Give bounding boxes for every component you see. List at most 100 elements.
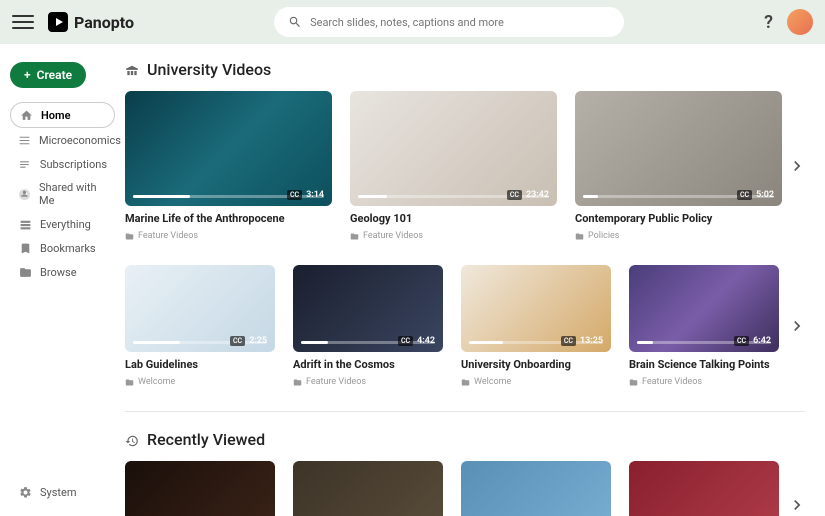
- sidebar-item-system[interactable]: System: [10, 480, 85, 504]
- folder-icon: [575, 232, 584, 241]
- sidebar-item-bookmarks[interactable]: Bookmarks: [10, 236, 115, 260]
- cc-badge: CC: [398, 336, 413, 346]
- carousel-next-button[interactable]: [783, 152, 811, 180]
- video-meta: Feature Videos: [629, 377, 779, 387]
- video-card[interactable]: CC5:02Contemporary Public PolicyPolicies: [575, 91, 782, 241]
- carousel-next-button[interactable]: [783, 491, 811, 516]
- video-card[interactable]: CC6:42 Brain Science Talking Points Featur…: [629, 265, 779, 387]
- video-meta: Feature Videos: [350, 231, 557, 241]
- section-university-header: University Videos: [125, 60, 805, 79]
- cc-badge: CC: [734, 336, 749, 346]
- video-title: Marine Life of the Anthropocene: [125, 212, 332, 225]
- search-box[interactable]: [274, 7, 624, 37]
- duration-badge: CC3:14: [287, 190, 324, 200]
- menu-toggle[interactable]: [12, 11, 34, 33]
- carousel-next-button[interactable]: [783, 312, 811, 340]
- cc-badge: CC: [230, 336, 245, 346]
- video-title: Geology 101: [350, 212, 557, 225]
- video-card[interactable]: [293, 461, 443, 516]
- duration-badge: CC13:25: [561, 336, 603, 346]
- nav-icon: [18, 217, 32, 231]
- sidebar-item-browse[interactable]: Browse: [10, 260, 115, 284]
- search-icon: [288, 15, 302, 29]
- section-title: Recently Viewed: [147, 430, 265, 449]
- sidebar: + Create Home Microeconomics Subscriptions…: [0, 44, 125, 516]
- help-button[interactable]: ?: [764, 12, 773, 33]
- video-thumbnail[interactable]: CC6:42: [629, 265, 779, 352]
- brand-logo[interactable]: Panopto: [48, 12, 134, 32]
- folder-icon: [350, 232, 359, 241]
- nav-label: Bookmarks: [40, 242, 96, 255]
- duration-badge: CC5:02: [737, 190, 774, 200]
- nav-icon: [18, 187, 31, 201]
- cc-badge: CC: [561, 336, 576, 346]
- sidebar-item-microeconomics[interactable]: Microeconomics: [10, 128, 115, 152]
- video-card[interactable]: CC3:14 Marine Life of the Anthropocene Fea…: [125, 91, 332, 241]
- video-title: Lab Guidelines: [125, 358, 275, 371]
- video-title: Brain Science Talking Points: [629, 358, 779, 371]
- user-avatar[interactable]: [787, 9, 813, 35]
- nav-label: Subscriptions: [40, 158, 107, 171]
- video-thumbnail[interactable]: CC23:42: [350, 91, 557, 206]
- nav-label: Browse: [40, 266, 77, 279]
- video-meta: Feature Videos: [293, 377, 443, 387]
- create-button[interactable]: + Create: [10, 62, 86, 88]
- plus-icon: +: [24, 68, 31, 82]
- video-thumbnail[interactable]: CC5:02: [575, 91, 782, 206]
- video-thumbnail[interactable]: [125, 461, 275, 516]
- sidebar-item-shared-with-me[interactable]: Shared with Me: [10, 176, 115, 212]
- duration-badge: CC6:42: [734, 336, 771, 346]
- video-thumbnail[interactable]: [293, 461, 443, 516]
- folder-icon: [125, 378, 134, 387]
- cc-badge: CC: [507, 190, 522, 200]
- nav-label: Home: [41, 109, 71, 122]
- sidebar-item-home[interactable]: Home: [10, 102, 115, 128]
- duration-badge: CC4:42: [398, 336, 435, 346]
- divider: [125, 411, 805, 412]
- gear-icon: [18, 485, 32, 499]
- video-meta: Welcome: [461, 377, 611, 387]
- video-thumbnail[interactable]: CC3:14: [125, 91, 332, 206]
- folder-icon: [629, 378, 638, 387]
- video-card[interactable]: [125, 461, 275, 516]
- section-recent-header: Recently Viewed: [125, 430, 805, 449]
- video-card[interactable]: CC13:25 University Onboarding Welcome: [461, 265, 611, 387]
- video-thumbnail[interactable]: [629, 461, 779, 516]
- sidebar-item-subscriptions[interactable]: Subscriptions: [10, 152, 115, 176]
- video-card[interactable]: CC4:42 Adrift in the Cosmos Feature Videos: [293, 265, 443, 387]
- nav-icon: [19, 108, 33, 122]
- section-title: University Videos: [147, 60, 271, 79]
- video-thumbnail[interactable]: [461, 461, 611, 516]
- duration-badge: CC23:42: [507, 190, 549, 200]
- cc-badge: CC: [287, 190, 302, 200]
- sidebar-item-everything[interactable]: Everything: [10, 212, 115, 236]
- video-meta: Policies: [575, 231, 782, 241]
- search-input[interactable]: [310, 16, 610, 29]
- video-meta: Feature Videos: [125, 231, 332, 241]
- play-logo-icon: [48, 12, 68, 32]
- nav-icon: [18, 157, 32, 171]
- video-title: University Onboarding: [461, 358, 611, 371]
- video-card[interactable]: CC23:42 Geology 101 Feature Videos: [350, 91, 557, 241]
- folder-icon: [293, 378, 302, 387]
- building-icon: [125, 63, 139, 77]
- video-thumbnail[interactable]: CC4:42: [293, 265, 443, 352]
- video-thumbnail[interactable]: CC2:25: [125, 265, 275, 352]
- video-card[interactable]: CC2:25 Lab Guidelines Welcome: [125, 265, 275, 387]
- video-card[interactable]: [629, 461, 779, 516]
- video-thumbnail[interactable]: CC13:25: [461, 265, 611, 352]
- brand-name: Panopto: [74, 13, 134, 32]
- folder-icon: [125, 232, 134, 241]
- video-card[interactable]: [461, 461, 611, 516]
- video-meta: Welcome: [125, 377, 275, 387]
- cc-badge: CC: [737, 190, 752, 200]
- nav-label: Everything: [40, 218, 91, 231]
- nav-label: Shared with Me: [39, 181, 107, 207]
- nav-icon: [18, 241, 32, 255]
- create-label: Create: [37, 68, 72, 82]
- history-icon: [125, 433, 139, 447]
- nav-label: Microeconomics: [39, 134, 121, 147]
- nav-icon: [18, 265, 32, 279]
- nav-icon: [18, 133, 31, 147]
- video-title: Adrift in the Cosmos: [293, 358, 443, 371]
